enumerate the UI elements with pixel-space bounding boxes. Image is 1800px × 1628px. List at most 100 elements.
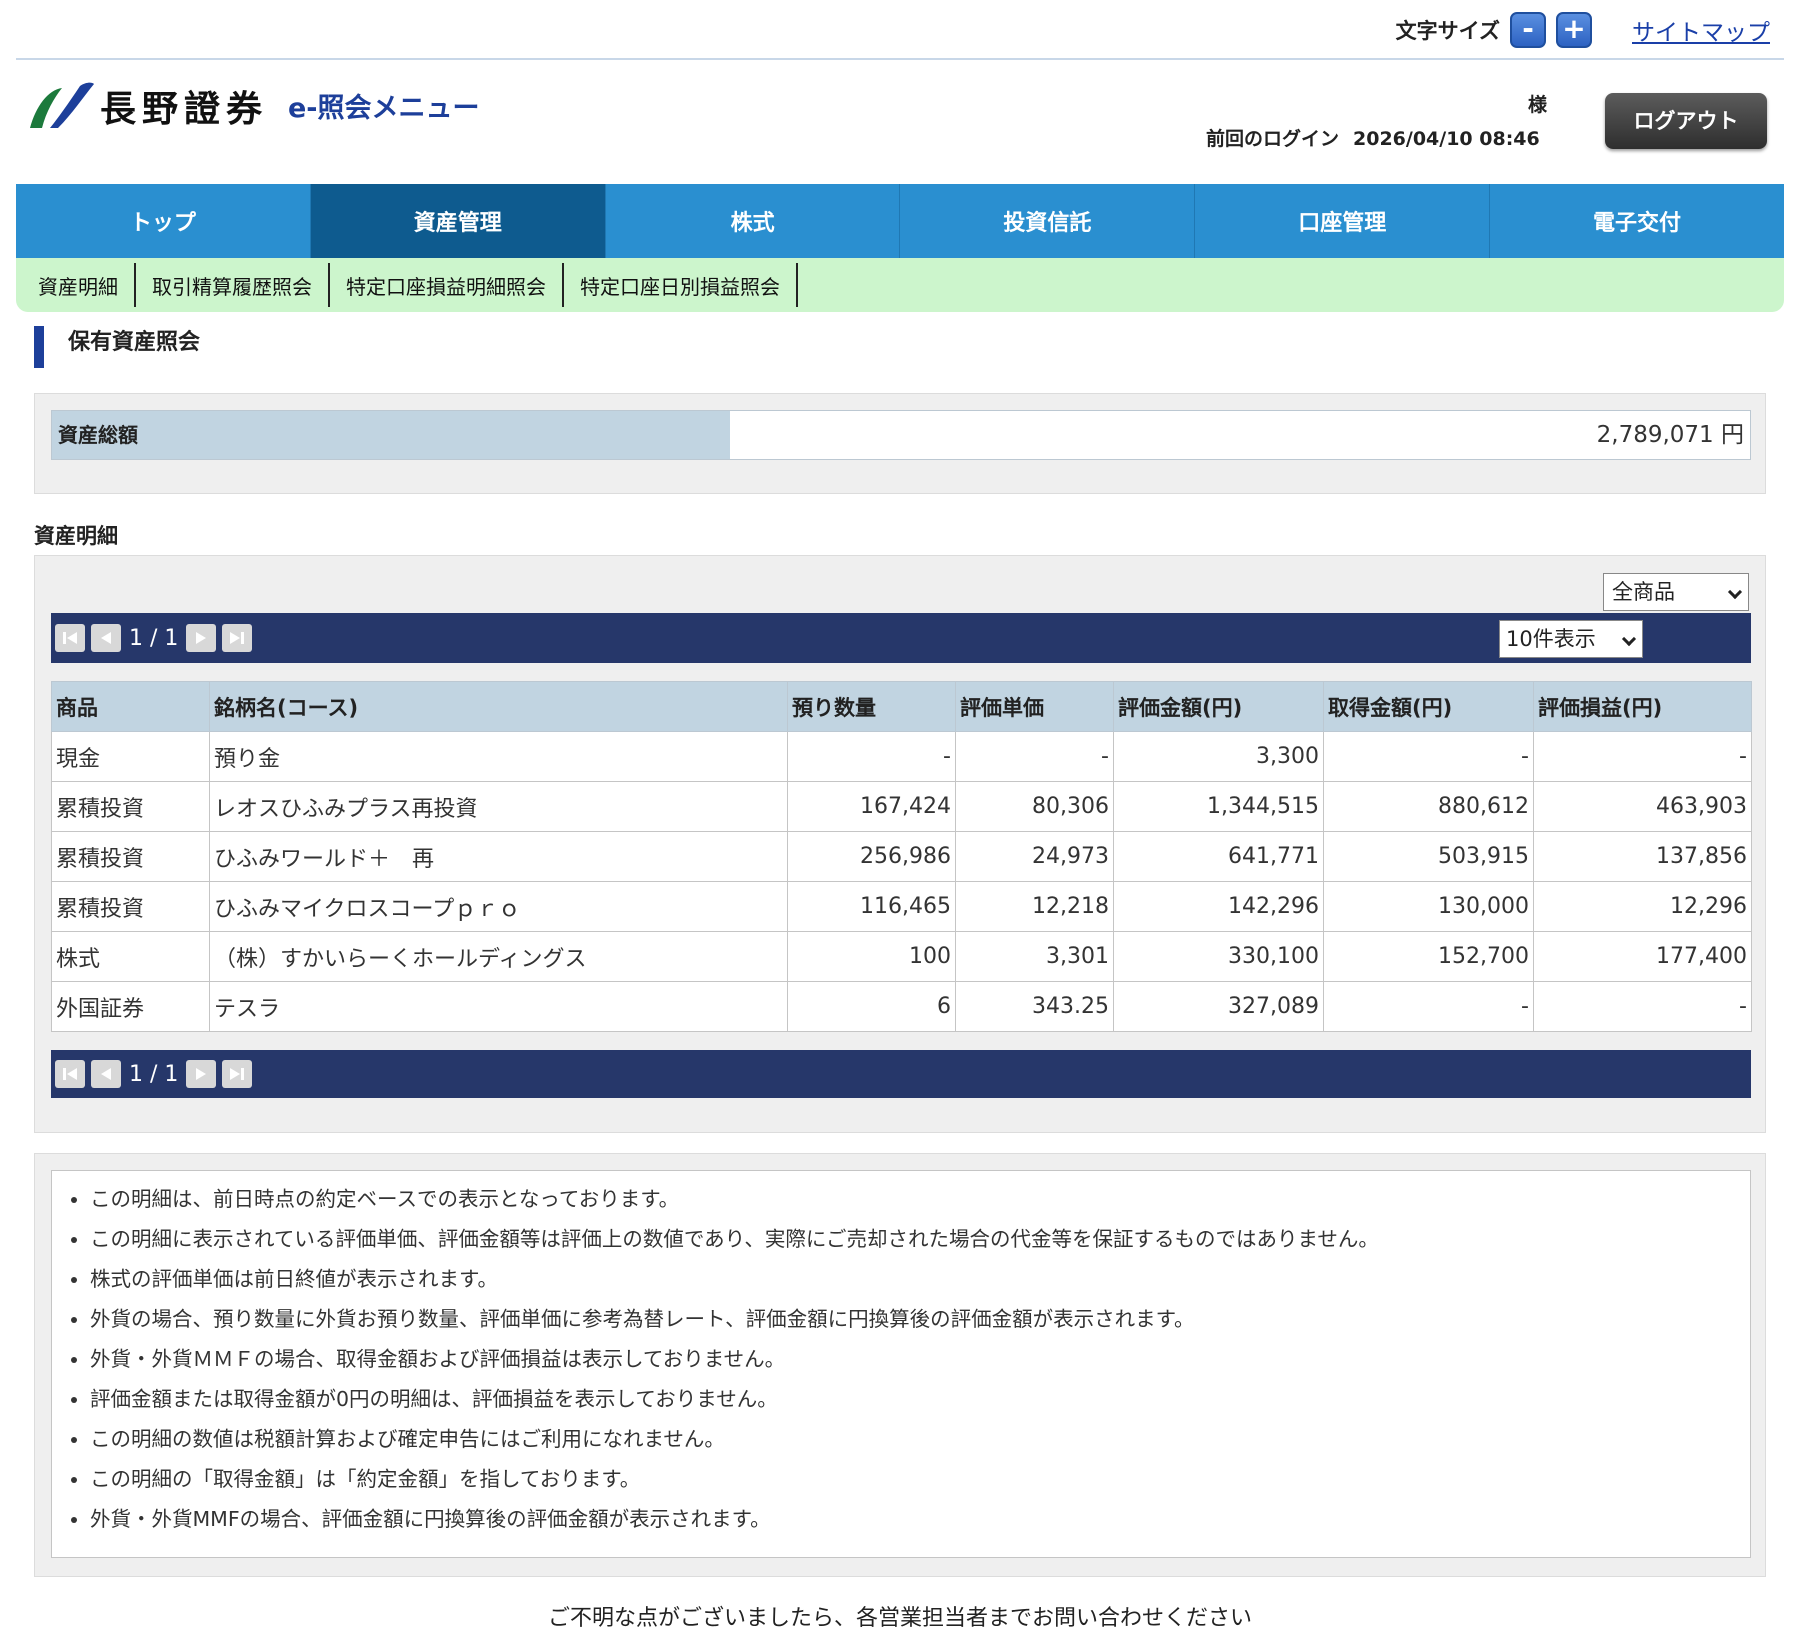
table-cell: 880,612 (1323, 781, 1534, 832)
company-logo-icon (30, 82, 94, 128)
table-cell: 株式 (51, 931, 210, 982)
holdings-table: 商品 銘柄名(コース) 預り数量 評価単価 評価金額(円) 取得金額(円) 評価… (51, 681, 1752, 1032)
first-page-icon[interactable] (55, 624, 85, 652)
subnav-item-specific-account-pl-details[interactable]: 特定口座損益明細照会 (330, 263, 564, 307)
subnav-item-asset-details[interactable]: 資産明細 (22, 263, 136, 307)
sub-nav: 資産明細 取引精算履歴照会 特定口座損益明細照会 特定口座日別損益照会 (16, 258, 1784, 312)
user-name-suffix: 様 (1528, 94, 1548, 116)
column-header: 評価損益(円) (1533, 681, 1752, 732)
table-cell: レオスひふみプラス再投資 (209, 781, 788, 832)
table-cell: 167,424 (787, 781, 956, 832)
table-cell: ひふみマイクロスコープｐｒｏ (209, 881, 788, 932)
nav-tab-asset-management[interactable]: 資産管理 (310, 184, 606, 258)
table-cell: 463,903 (1533, 781, 1752, 832)
table-cell: 現金 (51, 731, 210, 782)
note-item: 株式の評価単価は前日終値が表示されます。 (90, 1259, 1750, 1299)
table-cell: 177,400 (1533, 931, 1752, 982)
next-page-icon[interactable] (186, 624, 217, 652)
prev-page-icon[interactable] (91, 1060, 121, 1088)
table-cell: 137,856 (1533, 831, 1752, 882)
table-row: 累積投資 レオスひふみプラス再投資 167,424 80,306 1,344,5… (51, 781, 1752, 832)
table-cell: - (1533, 731, 1752, 782)
per-page-select[interactable]: 10件表示 (1499, 620, 1643, 658)
company-name: 長野證券 (100, 88, 269, 130)
page-indicator: 1 / 1 (129, 625, 179, 651)
table-cell: 1,344,515 (1113, 781, 1324, 832)
font-size-decrease-button[interactable]: - (1510, 12, 1546, 48)
footer-contact-text: ご不明な点がございましたら、各営業担当者までお問い合わせください (547, 1606, 1252, 1628)
note-item: この明細の「取得金額」は「約定金額」を指しております。 (90, 1459, 1750, 1499)
total-assets-label: 資産総額 (52, 411, 730, 459)
table-cell: 6 (787, 981, 956, 1032)
table-cell: - (787, 731, 956, 782)
note-item: 評価金額または取得金額が0円の明細は、評価損益を表示しておりません。 (90, 1379, 1750, 1419)
table-cell: ひふみワールド＋ 再 (209, 831, 788, 882)
total-assets-row: 資産総額 2,789,071 円 (51, 410, 1751, 460)
note-item: この明細に表示されている評価単価、評価金額等は評価上の数値であり、実際にご売却さ… (90, 1219, 1750, 1259)
product-filter-select[interactable]: 全商品 (1603, 573, 1749, 611)
table-cell: テスラ (209, 981, 788, 1032)
notes-panel: この明細は、前日時点の約定ベースでの表示となっております。 この明細に表示されて… (34, 1153, 1766, 1577)
app-subtitle: e-照会メニュー (288, 93, 480, 124)
subnav-item-trade-settlement-history[interactable]: 取引精算履歴照会 (136, 263, 330, 307)
note-item: 外貨・外貨ＭＭＦの場合、取得金額および評価損益は表示しておりません。 (90, 1339, 1750, 1379)
font-size-increase-button[interactable]: + (1556, 12, 1592, 48)
note-item: 外貨の場合、預り数量に外貨お預り数量、評価単価に参考為替レート、評価金額に円換算… (90, 1299, 1750, 1339)
sitemap-link[interactable]: サイトマップ (1632, 13, 1770, 47)
table-cell: - (1323, 981, 1534, 1032)
first-page-icon[interactable] (55, 1060, 85, 1088)
note-item: この明細は、前日時点の約定ベースでの表示となっております。 (90, 1179, 1750, 1219)
per-page-value: 10件表示 (1506, 627, 1596, 651)
page-indicator: 1 / 1 (129, 1061, 179, 1087)
table-cell: 330,100 (1113, 931, 1324, 982)
table-cell: - (1533, 981, 1752, 1032)
nav-tab-investment-trusts[interactable]: 投資信託 (900, 184, 1196, 258)
table-cell: 80,306 (955, 781, 1114, 832)
chevron-down-icon (1727, 584, 1743, 600)
main-nav: トップ 資産管理 株式 投資信託 口座管理 電子交付 (16, 184, 1784, 258)
nav-tab-top[interactable]: トップ (16, 184, 311, 258)
last-login: 前回のログイン 2026/04/10 08:46 (1206, 124, 1540, 151)
subnav-item-specific-account-daily-pl[interactable]: 特定口座日別損益照会 (564, 263, 798, 307)
notes-list: この明細は、前日時点の約定ベースでの表示となっております。 この明細に表示されて… (51, 1170, 1751, 1558)
nav-tab-account-management[interactable]: 口座管理 (1195, 184, 1491, 258)
product-filter-value: 全商品 (1612, 580, 1675, 604)
last-page-icon[interactable] (222, 1060, 253, 1088)
table-cell: 503,915 (1323, 831, 1534, 882)
table-cell: （株）すかいらーくホールディングス (209, 931, 788, 982)
table-cell: 累積投資 (51, 831, 210, 882)
total-assets-panel: 資産総額 2,789,071 円 (34, 393, 1766, 494)
utility-bar: 文字サイズ - + サイトマップ (1396, 10, 1770, 50)
last-login-time: 2026/04/10 08:46 (1353, 128, 1540, 150)
total-assets-value: 2,789,071 円 (730, 411, 1750, 459)
table-cell: 累積投資 (51, 881, 210, 932)
table-cell: 256,986 (787, 831, 956, 882)
last-page-icon[interactable] (222, 624, 253, 652)
prev-page-icon[interactable] (91, 624, 121, 652)
table-cell: 327,089 (1113, 981, 1324, 1032)
nav-tab-stocks[interactable]: 株式 (606, 184, 901, 258)
table-row: 現金 預り金 - - 3,300 - - (51, 731, 1752, 782)
pager-bottom: 1 / 1 (51, 1050, 1751, 1098)
column-header: 取得金額(円) (1323, 681, 1534, 732)
header-divider (16, 58, 1784, 60)
column-header: 評価単価 (955, 681, 1114, 732)
holdings-panel: 全商品 1 / 1 10件表示 商品 銘柄名(コース) 預り数量 評価単価 評価… (34, 555, 1766, 1133)
holdings-section-title: 資産明細 (34, 524, 118, 548)
table-row: 株式 （株）すかいらーくホールディングス 100 3,301 330,100 1… (51, 931, 1752, 982)
table-cell: - (1323, 731, 1534, 782)
table-cell: 24,973 (955, 831, 1114, 882)
pager-top: 1 / 1 (51, 613, 1751, 663)
next-page-icon[interactable] (186, 1060, 217, 1088)
table-row: 外国証券 テスラ 6 343.25 327,089 - - (51, 981, 1752, 1032)
table-cell: 外国証券 (51, 981, 210, 1032)
table-cell: 預り金 (209, 731, 788, 782)
note-item: この明細の数値は税額計算および確定申告にはご利用になれません。 (90, 1419, 1750, 1459)
table-cell: 641,771 (1113, 831, 1324, 882)
logout-button[interactable]: ログアウト (1605, 93, 1767, 149)
table-header-row: 商品 銘柄名(コース) 預り数量 評価単価 評価金額(円) 取得金額(円) 評価… (51, 681, 1752, 732)
column-header: 評価金額(円) (1113, 681, 1324, 732)
note-item: 外貨・外貨MMFの場合、評価金額に円換算後の評価金額が表示されます。 (90, 1499, 1750, 1539)
column-header: 預り数量 (787, 681, 956, 732)
nav-tab-electronic-delivery[interactable]: 電子交付 (1490, 184, 1784, 258)
